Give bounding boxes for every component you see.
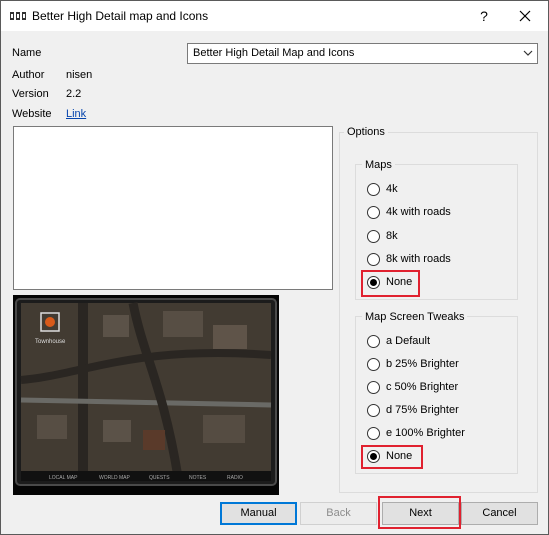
radio-button[interactable] (367, 206, 380, 219)
radio-label: 4k with roads (386, 206, 451, 218)
name-label: Name (12, 47, 42, 59)
close-icon (519, 10, 531, 22)
preview-tab: NOTES (189, 475, 207, 481)
author-label: Author (12, 69, 45, 81)
preview-location-label: Townhouse (35, 339, 66, 345)
radio-label: b 25% Brighter (386, 358, 459, 370)
preview-image: Townhouse LOCAL MAP WORLD MAP QUESTS NOT… (13, 295, 279, 495)
radio-button[interactable] (367, 230, 380, 243)
website-link[interactable]: Link (66, 108, 86, 120)
options-title: Options (344, 126, 388, 138)
name-dropdown[interactable]: Better High Detail Map and Icons (187, 43, 538, 64)
radio-label: 8k (386, 230, 398, 242)
radio-label: c 50% Brighter (386, 381, 459, 393)
preview-tab: WORLD MAP (99, 475, 131, 481)
manual-button[interactable]: Manual (220, 502, 297, 525)
version-value: 2.2 (66, 88, 82, 100)
tweaks-group-title: Map Screen Tweaks (362, 311, 468, 323)
radio-label: 4k (386, 183, 398, 195)
description-box[interactable] (13, 126, 333, 290)
highlight-box (361, 445, 423, 469)
back-button[interactable]: Back (300, 502, 377, 525)
radio-button[interactable] (367, 358, 380, 371)
preview-tab: RADIO (227, 475, 243, 481)
radio-button[interactable] (367, 404, 380, 417)
author-value: nisen (66, 69, 93, 81)
map-preview: Townhouse LOCAL MAP WORLD MAP QUESTS NOT… (13, 295, 279, 495)
name-dropdown-value: Better High Detail Map and Icons (193, 47, 355, 59)
radio-label: 8k with roads (386, 253, 451, 265)
highlight-box (361, 270, 420, 297)
radio-button[interactable] (367, 381, 380, 394)
maps-group-title: Maps (362, 159, 395, 171)
chevron-down-icon (523, 50, 533, 56)
version-label: Version (12, 88, 49, 100)
installer-dialog: Better High Detail map and Icons ? Name … (0, 0, 549, 535)
radio-label: e 100% Brighter (386, 427, 465, 439)
preview-tab: LOCAL MAP (49, 475, 78, 481)
title-bar[interactable]: Better High Detail map and Icons ? (1, 1, 548, 31)
window-title: Better High Detail map and Icons (32, 9, 209, 23)
radio-button[interactable] (367, 335, 380, 348)
help-button[interactable]: ? (461, 1, 507, 31)
radio-label: a Default (386, 335, 431, 347)
app-icon (10, 12, 26, 20)
website-label: Website (12, 108, 52, 120)
radio-button[interactable] (367, 427, 380, 440)
preview-tab: QUESTS (149, 475, 170, 481)
close-button[interactable] (502, 1, 548, 31)
highlight-box (378, 496, 461, 529)
radio-button[interactable] (367, 253, 380, 266)
radio-label: d 75% Brighter (386, 404, 459, 416)
cancel-button[interactable]: Cancel (461, 502, 538, 525)
radio-button[interactable] (367, 183, 380, 196)
